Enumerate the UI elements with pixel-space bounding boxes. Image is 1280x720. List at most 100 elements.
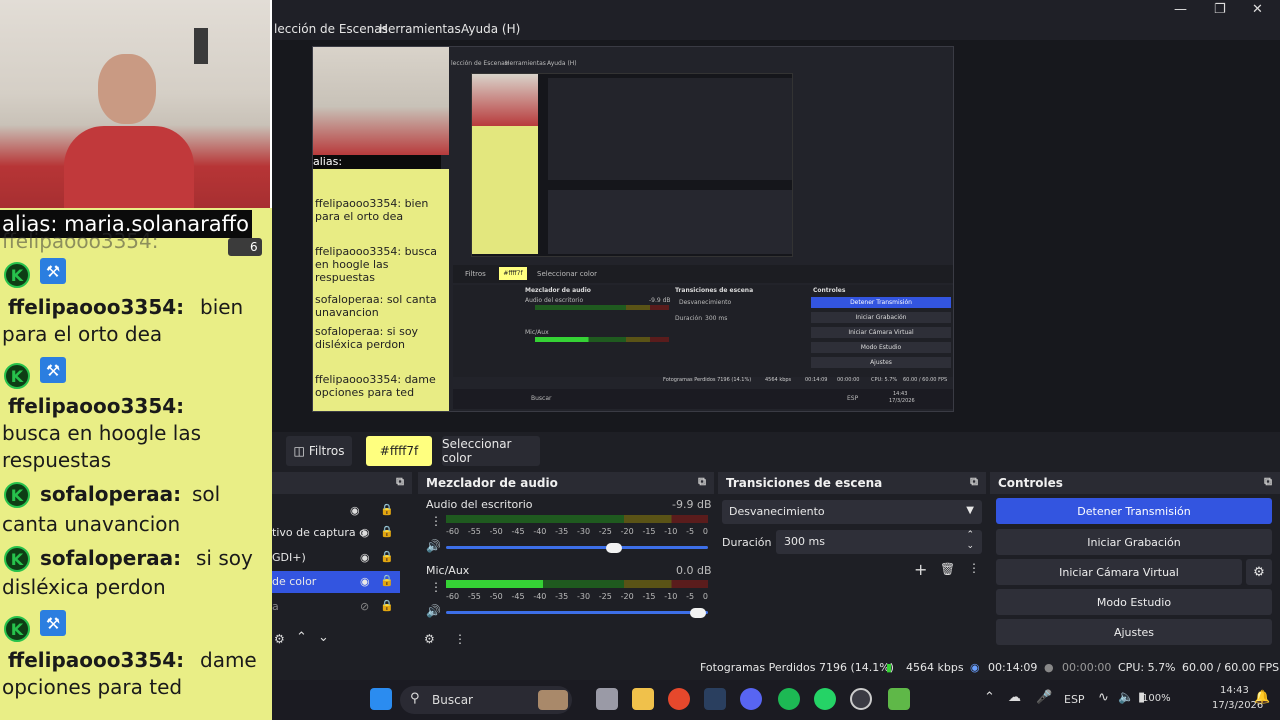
- move-up-icon[interactable]: ⌃: [296, 630, 307, 645]
- taskbar-search[interactable]: ⚲ Buscar: [400, 686, 572, 714]
- spin-down-icon[interactable]: ⌄: [966, 541, 974, 551]
- source-row-selected[interactable]: de color ◉ 🔒: [272, 571, 400, 593]
- close-icon[interactable]: ✕: [1252, 2, 1263, 17]
- microphone-icon[interactable]: 🎤: [1036, 690, 1052, 705]
- nested-select-color: Seleccionar color: [537, 270, 597, 278]
- minimize-icon[interactable]: —: [1174, 2, 1187, 17]
- stop-streaming-button[interactable]: Detener Transmisión: [996, 498, 1272, 524]
- scale-tick: -55: [467, 592, 481, 601]
- obs-icon[interactable]: [850, 688, 872, 710]
- lock-icon[interactable]: 🔒: [380, 599, 394, 612]
- nested-time: 14:43: [893, 391, 908, 397]
- notification-icon[interactable]: 🔔: [1254, 690, 1270, 705]
- nested-status-rec: 00:00:00: [837, 377, 860, 383]
- duration-spinbox[interactable]: 300 ms ⌃ ⌄: [776, 530, 982, 554]
- scale-tick: -5: [686, 592, 695, 601]
- settings-icon[interactable]: ⚙: [274, 632, 285, 646]
- spotify-icon[interactable]: [778, 688, 800, 710]
- task-view-icon[interactable]: [596, 688, 618, 710]
- nested-color-chip: #ffff7f: [499, 267, 527, 280]
- source-row[interactable]: ◉ 🔒: [272, 500, 400, 522]
- source-row[interactable]: tivo de captura c ◉ 🔒: [272, 522, 400, 544]
- stream-time: 00:14:09: [988, 661, 1038, 674]
- volume-slider[interactable]: [446, 611, 708, 614]
- channel-db: -9.9 dB: [672, 498, 712, 511]
- popout-icon[interactable]: ⧉: [698, 475, 706, 489]
- popout-icon[interactable]: ⧉: [396, 475, 404, 489]
- whatsapp-icon[interactable]: [814, 688, 836, 710]
- cloud-icon[interactable]: ☁: [1008, 690, 1021, 705]
- tray-chevron-up-icon[interactable]: ⌃: [984, 690, 995, 705]
- volume-slider[interactable]: [446, 546, 708, 549]
- nested-inner-preview: [471, 73, 793, 257]
- controls-title: Controles: [998, 476, 1063, 490]
- windows-start-icon[interactable]: [370, 688, 392, 710]
- scale-tick: 0: [702, 592, 708, 601]
- scale-tick: 0: [702, 527, 708, 536]
- trash-icon[interactable]: 🗑: [940, 562, 955, 576]
- chrome-icon[interactable]: [668, 688, 690, 710]
- visibility-icon[interactable]: ◉: [360, 575, 370, 588]
- transitions-dock: Transiciones de escena ⧉ Desvanecimiento …: [718, 472, 986, 654]
- speaker-icon[interactable]: 🔊: [426, 604, 441, 618]
- scale-tick: -55: [467, 527, 481, 536]
- file-explorer-icon[interactable]: [632, 688, 654, 710]
- nested-desktop-audio: Audio del escritorio: [525, 297, 584, 304]
- maximize-icon[interactable]: ❐: [1214, 2, 1226, 17]
- clock-time[interactable]: 14:43: [1220, 685, 1249, 696]
- kebab-menu-icon[interactable]: ⋮: [454, 632, 466, 646]
- app-icon[interactable]: [888, 688, 910, 710]
- volume-slider-knob[interactable]: [690, 608, 706, 618]
- kebab-menu-icon[interactable]: ⋮: [430, 514, 442, 528]
- advanced-audio-icon[interactable]: ⚙: [424, 632, 435, 646]
- channel-db: 0.0 dB: [676, 564, 712, 577]
- transition-select[interactable]: Desvanecimiento ▼: [722, 500, 982, 524]
- source-row[interactable]: GDI+) ◉ 🔒: [272, 547, 400, 569]
- steam-icon[interactable]: [704, 688, 726, 710]
- virtual-camera-button[interactable]: Iniciar Cámara Virtual: [996, 559, 1242, 585]
- scale-tick: -25: [598, 592, 612, 601]
- visibility-icon[interactable]: ◉: [360, 551, 370, 564]
- wifi-icon[interactable]: ∿: [1098, 690, 1109, 705]
- studio-mode-button[interactable]: Modo Estudio: [996, 589, 1272, 615]
- language-indicator[interactable]: ESP: [1064, 693, 1085, 706]
- lock-icon[interactable]: 🔒: [380, 550, 394, 563]
- move-down-icon[interactable]: ⌄: [318, 630, 329, 645]
- meter-fill: [446, 580, 543, 588]
- menu-help[interactable]: Ayuda (H): [461, 22, 520, 36]
- nested-mixer-title: Mezclador de audio: [525, 287, 591, 294]
- controls-dock: Controles ⧉ Detener Transmisión Iniciar G…: [990, 472, 1280, 654]
- virtual-camera-settings-icon[interactable]: ⚙: [1246, 559, 1272, 585]
- settings-button[interactable]: Ajustes: [996, 619, 1272, 645]
- source-row[interactable]: a ⊘ 🔒: [272, 596, 400, 618]
- discord-icon[interactable]: [740, 688, 762, 710]
- spin-up-icon[interactable]: ⌃: [966, 530, 974, 540]
- search-highlight-image: [538, 690, 568, 710]
- visibility-icon[interactable]: ◉: [360, 526, 370, 539]
- select-color-button[interactable]: Seleccionar color: [442, 436, 540, 466]
- chat-username: ffelipaooo3354:: [8, 394, 185, 418]
- lock-icon[interactable]: 🔒: [380, 574, 394, 587]
- scale-tick: -10: [664, 527, 678, 536]
- chat-message: disléxica perdon: [2, 575, 166, 599]
- speaker-icon[interactable]: 🔊: [426, 539, 441, 553]
- add-icon[interactable]: +: [914, 560, 927, 579]
- kebab-menu-icon[interactable]: ⋮: [430, 580, 442, 594]
- nested-search: Buscar: [531, 395, 552, 402]
- lock-icon[interactable]: 🔒: [380, 525, 394, 538]
- start-recording-button[interactable]: Iniciar Grabación: [996, 529, 1272, 555]
- color-swatch[interactable]: #ffff7f: [366, 436, 432, 466]
- filters-button[interactable]: ◫ Filtros: [286, 436, 352, 466]
- scale-tick: -15: [642, 527, 656, 536]
- volume-icon[interactable]: 🔈: [1118, 690, 1134, 705]
- hidden-icon[interactable]: ⊘: [360, 600, 369, 613]
- menu-scene-collection[interactable]: lección de Escenas: [274, 22, 388, 36]
- kebab-menu-icon[interactable]: ⋮: [968, 561, 980, 575]
- nested-ctl-4: Modo Estudio: [811, 342, 951, 353]
- volume-slider-knob[interactable]: [606, 543, 622, 553]
- popout-icon[interactable]: ⧉: [1264, 475, 1272, 489]
- lock-icon[interactable]: 🔒: [380, 503, 394, 516]
- popout-icon[interactable]: ⧉: [970, 475, 978, 489]
- visibility-icon[interactable]: ◉: [350, 504, 360, 517]
- menu-tools[interactable]: Herramientas: [379, 22, 461, 36]
